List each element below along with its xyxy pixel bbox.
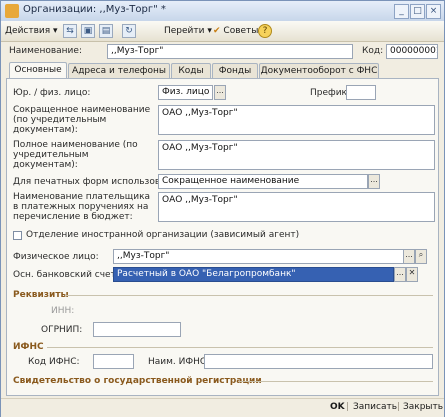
close-window-button[interactable]: × (426, 4, 441, 19)
save-icon[interactable]: ▣ (81, 24, 95, 38)
goto-label: Перейти (164, 26, 205, 36)
entity-type-label: Юр. / физ. лицо: (13, 88, 91, 98)
payer-name-label: Наименование плательщика в платежных пор… (13, 192, 151, 222)
name-field[interactable]: ,,Муз-Торг" (107, 44, 353, 59)
title-bar: Организации: ,,Муз-Торг" * _ □ × (1, 1, 444, 22)
print-form-field[interactable]: Сокращенное наименование (158, 174, 368, 189)
name-label: Наименование: (9, 46, 82, 56)
organization-window: Организации: ,,Муз-Торг" * _ □ × Действи… (0, 0, 445, 417)
short-name-label: Сокращенное наименование (по учредительн… (13, 105, 151, 135)
refresh-icon[interactable]: ↻ (122, 24, 136, 38)
tips-label: Советы (223, 26, 259, 36)
entity-type-select-button[interactable]: ... (214, 85, 226, 100)
print-form-select-button[interactable]: ... (368, 174, 380, 189)
full-name-label: Полное наименование (по учредительным до… (13, 140, 138, 170)
full-name-field[interactable]: ОАО ,,Муз-Торг" (158, 140, 435, 170)
prefix-field[interactable] (346, 85, 376, 100)
minimize-button[interactable]: _ (394, 4, 409, 19)
foreign-branch-label: Отделение иностранной организации (завис… (26, 230, 300, 240)
inn-label: ИНН: (51, 306, 75, 316)
window-title: Организации: ,,Муз-Торг" * (23, 4, 166, 15)
ifns-name-label: Наим. ИФНС: (148, 357, 210, 367)
print-form-label: Для печатных форм использовать: (13, 177, 180, 187)
short-name-field[interactable]: ОАО ,,Муз-Торг" (158, 105, 435, 135)
help-icon[interactable]: ? (258, 24, 272, 38)
registration-divider (239, 381, 433, 382)
goto-menu[interactable]: Перейти ▾ (164, 24, 212, 38)
bank-account-select-button[interactable]: ... (394, 267, 406, 282)
tab-addresses[interactable]: Адреса и телефоны (68, 63, 170, 78)
toolbar: Действия ▾ ⇆ ▣ ▤ ↻ Перейти ▾ ✔ Советы ? (1, 21, 444, 42)
bank-account-field[interactable]: Расчетный в ОАО "Белагропромбанк" (113, 267, 394, 282)
bank-account-clear-icon[interactable]: ✕ (406, 267, 418, 282)
individual-select-button[interactable]: ... (403, 249, 415, 264)
main-tab-panel: Юр. / физ. лицо: Физ. лицо ... Префикс: … (6, 78, 439, 396)
structure-icon[interactable]: ▤ (99, 24, 113, 38)
ifns-name-field[interactable] (204, 354, 433, 369)
entity-type-field[interactable]: Физ. лицо (158, 85, 213, 100)
individual-search-icon[interactable]: ⌕ (415, 249, 427, 264)
ogrnip-label: ОГРНИП: (41, 325, 83, 335)
bottom-separator: | (346, 402, 350, 412)
ifns-code-label: Код ИФНС: (28, 357, 80, 367)
bottom-separator-2: | (397, 402, 401, 412)
tab-main[interactable]: Основные (9, 62, 67, 79)
tips-button[interactable]: ✔ Советы (213, 24, 258, 38)
foreign-branch-checkbox[interactable] (13, 231, 22, 240)
tab-funds[interactable]: Фонды (212, 63, 258, 78)
ok-button[interactable]: OK (330, 402, 345, 412)
code-label: Код: (362, 46, 384, 56)
registration-section-title: Свидетельство о государственной регистра… (13, 376, 262, 386)
tab-fns-docflow[interactable]: Документооборот с ФНС (259, 63, 379, 78)
bottom-bar: OK | Записать | Закрыть (1, 398, 444, 417)
save-button[interactable]: Записать (353, 402, 397, 412)
tips-icon: ✔ (213, 26, 221, 36)
maximize-button[interactable]: □ (410, 4, 425, 19)
requisites-section-title: Реквизиты (13, 290, 69, 300)
app-icon (5, 4, 19, 18)
ifns-section-title: ИФНС (13, 342, 44, 352)
individual-field[interactable]: ,,Муз-Торг" (113, 249, 404, 264)
bank-account-label: Осн. банковский счет: (13, 270, 119, 280)
ifns-code-field[interactable] (93, 354, 134, 369)
copy-icon[interactable]: ⇆ (63, 24, 77, 38)
close-button[interactable]: Закрыть (403, 402, 443, 412)
individual-label: Физическое лицо: (13, 252, 99, 262)
code-field[interactable]: 000000001 (386, 44, 438, 59)
payer-name-field[interactable]: ОАО ,,Муз-Торг" (158, 192, 435, 222)
ogrnip-field[interactable] (93, 322, 181, 337)
requisites-divider (65, 295, 433, 296)
actions-menu[interactable]: Действия ▾ (5, 24, 58, 38)
ifns-divider (47, 347, 433, 348)
tab-codes[interactable]: Коды (171, 63, 211, 78)
actions-label: Действия (5, 26, 51, 36)
